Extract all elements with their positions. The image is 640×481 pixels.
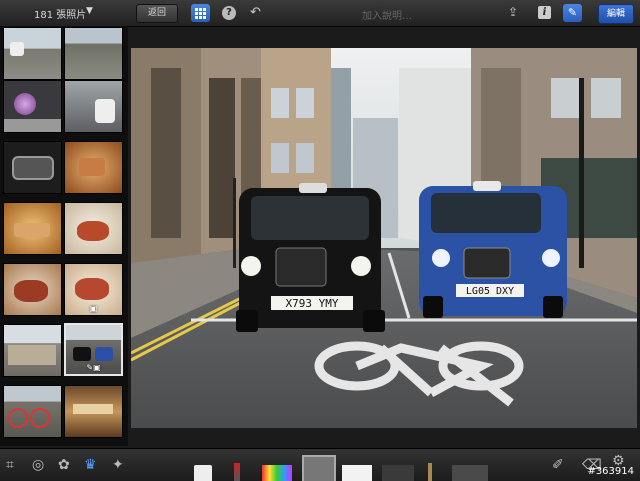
share-icon[interactable]: ⇪ [508,5,518,19]
chevron-down-icon[interactable]: ▼ [86,6,93,16]
thumbnail[interactable] [3,385,62,438]
plate-right: LG05 DXY [466,286,514,297]
grid-icon[interactable] [191,4,210,22]
brush-fine-icon[interactable] [428,463,432,481]
help-icon[interactable]: ? [222,6,236,20]
photo-count[interactable]: 181 張照片 [34,6,86,21]
thumbnail[interactable] [64,202,123,255]
brush-selected-icon[interactable] [302,455,336,481]
brush-soft-icon[interactable] [452,465,488,481]
bottom-toolbar: ⌗ ◎ ✿ ♛ ✦ ✐ ⌫ ⚙ #363914 [0,448,640,481]
undo-icon[interactable]: ↶ [250,5,261,20]
info-icon[interactable]: i [538,6,551,19]
edited-badge-icon: ✎▣ [86,363,101,372]
thumbnail[interactable] [3,27,62,80]
thumbnail[interactable] [3,141,62,194]
thumbnail-strip: ▣ ✎▣ [0,26,128,446]
thumbnail[interactable] [3,324,62,377]
thumbnail-selected[interactable]: ✎▣ [64,323,123,376]
thumbnail[interactable] [64,80,123,133]
edit-button[interactable]: 編輯 [598,4,634,24]
crop-icon[interactable]: ⌗ [6,457,14,473]
thumbnail[interactable]: ▣ [64,263,123,316]
brushes-icon[interactable]: ♛ [84,457,97,473]
top-toolbar: 181 張照片 ▼ 返回 ? ↶ 加入說明… ⇪ i ✎ 編輯 [0,0,640,27]
thumbnail[interactable] [64,385,123,438]
brush-darken-icon[interactable] [382,465,414,481]
back-button[interactable]: 返回 [136,4,178,23]
brush-settings-icon[interactable]: ✐ [552,457,564,473]
thumbnail[interactable] [3,202,62,255]
edited-badge-icon: ▣ [89,304,98,313]
exposure-icon[interactable]: ◎ [32,457,44,473]
thumbnail[interactable] [3,263,62,316]
brush-saturate-icon[interactable] [262,465,292,481]
thumbnail[interactable] [3,80,62,133]
brush-whiten-icon[interactable] [342,465,372,481]
plate-left: X793 YMY [286,297,339,310]
blue-taxi: LG05 DXY [419,181,567,318]
brush-light-icon[interactable] [194,465,212,481]
edit-pen-icon[interactable]: ✎ [563,4,582,22]
caption-field[interactable]: 加入說明… [362,7,412,22]
watermark: #363914 [587,466,634,477]
black-taxi: X793 YMY [236,183,385,332]
street-photo: X793 YMY LG05 DXY [131,48,637,428]
main-photo[interactable]: X793 YMY LG05 DXY [131,48,637,428]
palette-icon[interactable]: ✿ [58,457,70,473]
brush-red-icon[interactable] [234,463,240,481]
effects-icon[interactable]: ✦ [112,457,124,473]
thumbnail[interactable] [64,27,123,80]
thumbnail[interactable] [64,141,123,194]
